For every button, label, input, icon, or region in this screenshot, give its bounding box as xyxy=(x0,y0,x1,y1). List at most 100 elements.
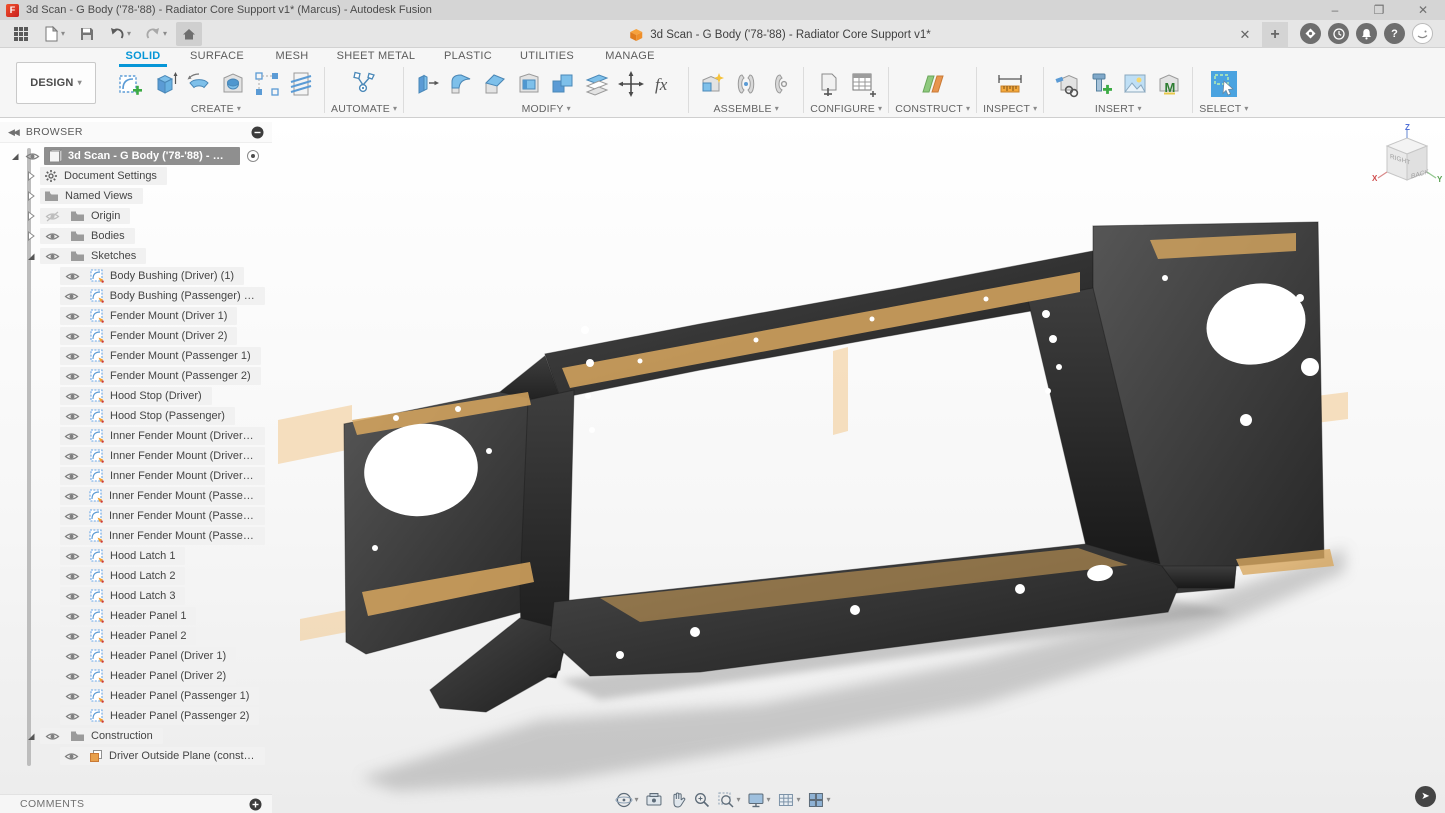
thread-button[interactable] xyxy=(284,67,318,101)
canvas-button[interactable] xyxy=(1118,67,1152,101)
tree-item-body[interactable]: Inner Fender Mount (Passenger 3) xyxy=(60,527,265,545)
visibility-eye-icon[interactable] xyxy=(64,491,79,502)
tree-item[interactable]: Hood Latch 2 xyxy=(0,566,272,586)
tree-item-body[interactable]: Header Panel (Driver 1) xyxy=(60,647,236,665)
insert-fastener-button[interactable] xyxy=(1084,67,1118,101)
zoom-tool[interactable] xyxy=(692,791,710,809)
expand-closed-icon[interactable] xyxy=(26,230,36,242)
document-tab[interactable]: 3d Scan - G Body ('78-'88) - Radiator Co… xyxy=(300,22,1260,48)
tree-item[interactable]: Document Settings xyxy=(0,166,272,186)
revolve-button[interactable] xyxy=(182,67,216,101)
minimize-button[interactable]: – xyxy=(1313,0,1357,20)
tree-item[interactable]: Inner Fender Mount (Driver 2) xyxy=(0,446,272,466)
browser-root-row[interactable]: 3d Scan - G Body ('78-'88) - Radiat... xyxy=(0,146,272,166)
tree-item[interactable]: Origin xyxy=(0,206,272,226)
new-tab-button[interactable]: + xyxy=(1262,22,1288,48)
root-item[interactable]: 3d Scan - G Body ('78-'88) - Radiat... xyxy=(44,147,240,165)
tree-item[interactable]: Header Panel (Passenger 2) xyxy=(0,706,272,726)
visibility-eye-icon[interactable] xyxy=(64,631,80,642)
tree-item-body[interactable]: Fender Mount (Driver 2) xyxy=(60,327,237,345)
press-pull-button[interactable] xyxy=(410,67,444,101)
tree-item-body[interactable]: Header Panel 1 xyxy=(60,607,196,625)
workspace-selector[interactable]: DESIGN ▾ xyxy=(16,62,96,104)
ribbon-tab-surface[interactable]: SURFACE xyxy=(172,48,262,65)
ribbon-group-label[interactable]: CONSTRUCT▾ xyxy=(895,102,970,116)
insert-mcmaster-button[interactable]: M xyxy=(1152,67,1186,101)
undo-button[interactable]: ▾ xyxy=(104,22,136,46)
tree-item-body[interactable]: Construction xyxy=(40,728,163,744)
tree-item-body[interactable]: Origin xyxy=(40,208,130,224)
tree-item[interactable]: Header Panel 1 xyxy=(0,606,272,626)
tree-item-body[interactable]: Fender Mount (Driver 1) xyxy=(60,307,237,325)
tree-item[interactable]: Construction xyxy=(0,726,272,746)
shell-button[interactable] xyxy=(512,67,546,101)
expand-closed-icon[interactable] xyxy=(26,170,36,182)
select-button[interactable] xyxy=(1207,67,1241,101)
visibility-eye-icon[interactable] xyxy=(64,751,79,762)
expand-closed-icon[interactable] xyxy=(26,210,36,222)
tree-item[interactable]: Header Panel (Driver 2) xyxy=(0,666,272,686)
restore-button[interactable]: ❐ xyxy=(1357,0,1401,20)
tree-item[interactable]: Fender Mount (Driver 2) xyxy=(0,326,272,346)
joint-button[interactable] xyxy=(729,67,763,101)
measure-button[interactable] xyxy=(993,67,1027,101)
tree-item-body[interactable]: Hood Latch 1 xyxy=(60,547,185,565)
combine-button[interactable] xyxy=(546,67,580,101)
tree-item-body[interactable]: Header Panel (Passenger 1) xyxy=(60,687,259,705)
create-sketch-button[interactable] xyxy=(114,67,148,101)
extensions-icon[interactable] xyxy=(1300,23,1321,44)
orbit-tool[interactable]: ▾ xyxy=(614,791,638,809)
home-button[interactable] xyxy=(176,22,202,46)
tab-close-icon[interactable]: ✕ xyxy=(1236,26,1254,44)
expand-open-icon[interactable] xyxy=(10,150,20,162)
help-icon[interactable]: ? xyxy=(1384,23,1405,44)
redo-button[interactable]: ▾ xyxy=(140,22,172,46)
tree-item[interactable]: Sketches xyxy=(0,246,272,266)
tree-item[interactable]: Inner Fender Mount (Driver 1) xyxy=(0,426,272,446)
visibility-eye-icon[interactable] xyxy=(64,611,80,622)
visibility-eye-icon[interactable] xyxy=(64,571,80,582)
expand-closed-icon[interactable] xyxy=(26,190,36,202)
tree-item[interactable]: Hood Latch 3 xyxy=(0,586,272,606)
ribbon-group-label[interactable]: CREATE▾ xyxy=(191,102,241,116)
tree-item[interactable]: Hood Latch 1 xyxy=(0,546,272,566)
tree-item-body[interactable]: Header Panel (Driver 2) xyxy=(60,667,236,685)
visibility-eye-icon[interactable] xyxy=(44,231,60,242)
viewports-tool[interactable]: ▾ xyxy=(807,791,831,809)
insert-derive-button[interactable] xyxy=(1050,67,1084,101)
feedback-button[interactable]: ➤ xyxy=(1415,786,1436,807)
tree-item-body[interactable]: Document Settings xyxy=(40,167,167,185)
visibility-eye-icon[interactable] xyxy=(64,531,79,542)
avatar-icon[interactable] xyxy=(1412,23,1433,44)
app-grid-button[interactable] xyxy=(8,22,34,46)
tree-item[interactable]: Fender Mount (Driver 1) xyxy=(0,306,272,326)
close-button[interactable]: ✕ xyxy=(1401,0,1445,20)
fillet-button[interactable] xyxy=(444,67,478,101)
tree-item[interactable]: Header Panel (Driver 1) xyxy=(0,646,272,666)
visibility-eye-icon[interactable] xyxy=(64,411,80,422)
notifications-icon[interactable] xyxy=(1356,23,1377,44)
tree-item[interactable]: Body Bushing (Driver) (1) xyxy=(0,266,272,286)
tree-item-body[interactable]: Inner Fender Mount (Driver 1) xyxy=(60,427,265,445)
tree-item[interactable]: Fender Mount (Passenger 1) xyxy=(0,346,272,366)
visibility-eye-icon[interactable] xyxy=(64,431,80,442)
tree-item-body[interactable]: Hood Stop (Driver) xyxy=(60,387,212,405)
file-menu-button[interactable]: ▾ xyxy=(38,22,70,46)
pattern-button[interactable] xyxy=(250,67,284,101)
tree-item[interactable]: Driver Outside Plane (construction) xyxy=(0,746,272,766)
collapse-panel-icon[interactable]: ◀◀ xyxy=(8,127,18,138)
visibility-eye-icon[interactable] xyxy=(24,151,40,162)
tree-item-body[interactable]: Fender Mount (Passenger 1) xyxy=(60,347,261,365)
visibility-eye-icon[interactable] xyxy=(64,671,80,682)
fit-tool[interactable]: ▾ xyxy=(716,791,740,809)
visibility-eye-icon[interactable] xyxy=(44,251,60,262)
add-comment-icon[interactable] xyxy=(249,798,262,811)
tree-item[interactable]: Hood Stop (Driver) xyxy=(0,386,272,406)
chamfer-button[interactable] xyxy=(478,67,512,101)
visibility-eye-icon[interactable] xyxy=(44,731,60,742)
visibility-eye-icon[interactable] xyxy=(64,371,80,382)
tree-item-body[interactable]: Hood Latch 2 xyxy=(60,567,185,585)
tree-item-body[interactable]: Header Panel (Passenger 2) xyxy=(60,707,259,725)
tree-item[interactable]: Fender Mount (Passenger 2) xyxy=(0,366,272,386)
ribbon-group-label[interactable]: INSPECT▾ xyxy=(983,102,1037,116)
